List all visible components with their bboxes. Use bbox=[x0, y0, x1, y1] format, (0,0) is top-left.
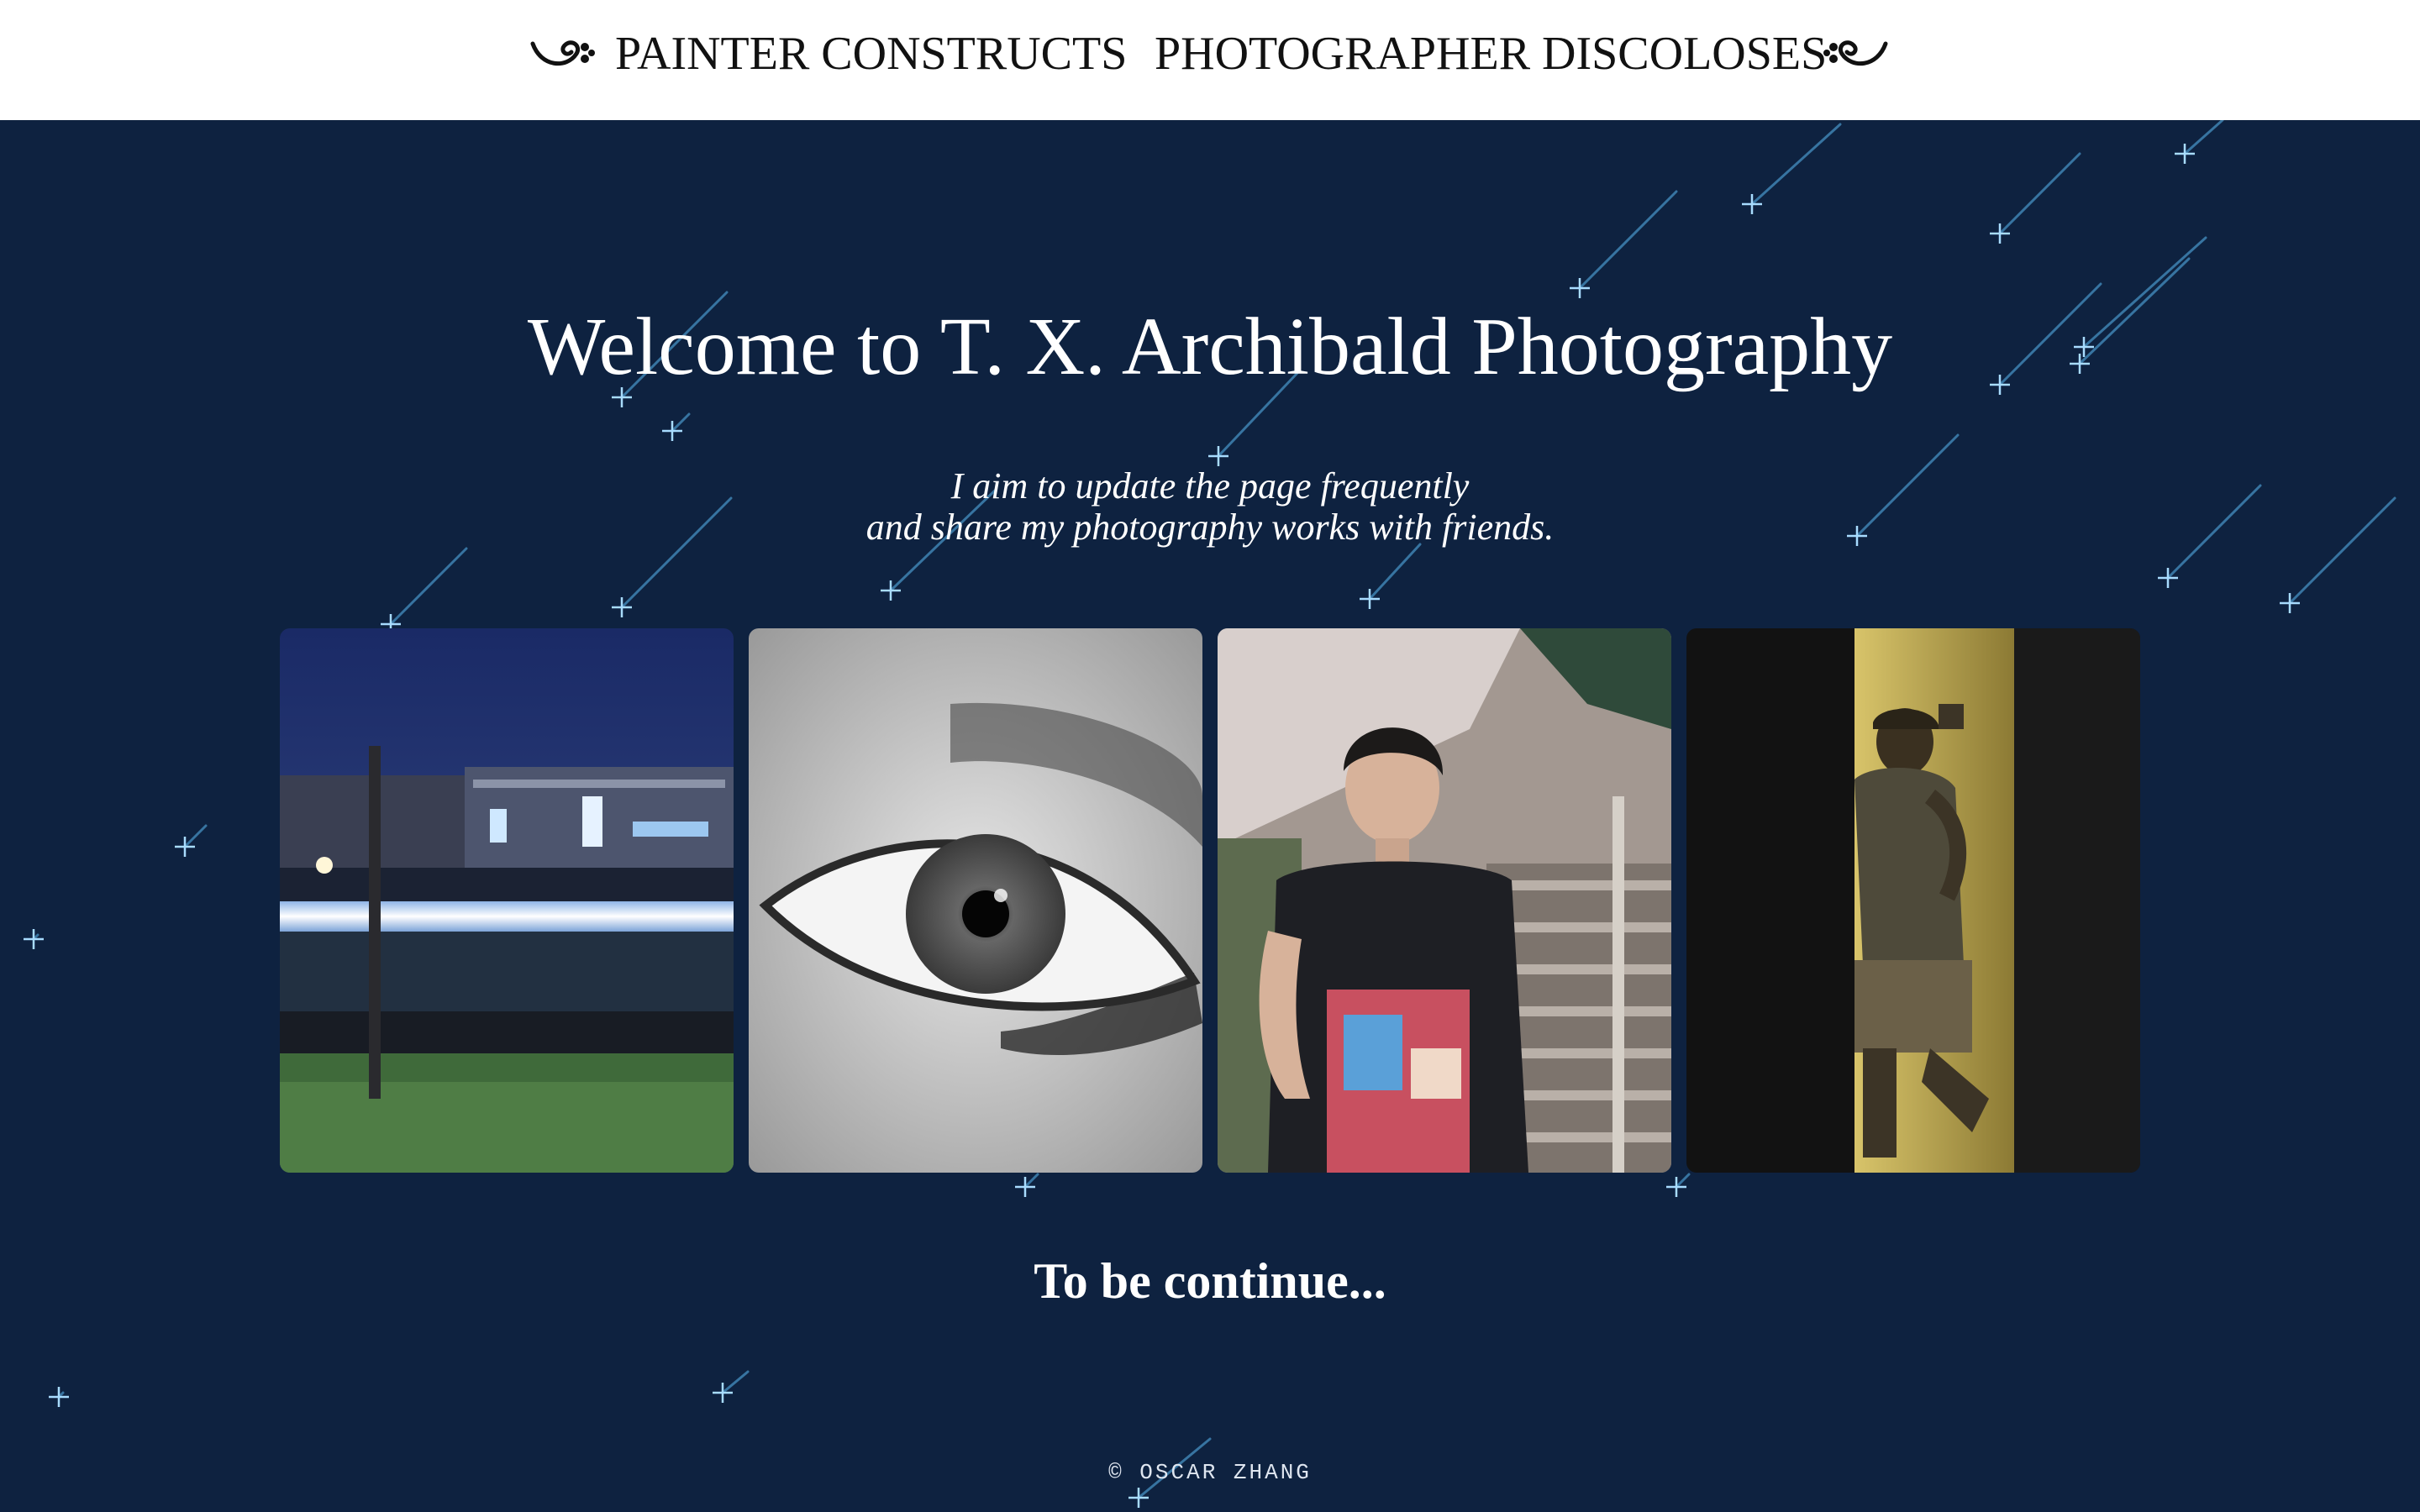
subtitle-line-2: and share my photography works with frie… bbox=[865, 507, 1555, 548]
star-sparkle-icon bbox=[49, 1387, 69, 1407]
photo-gallery bbox=[280, 628, 2140, 1173]
photo-doorway-portrait[interactable] bbox=[1686, 628, 2140, 1173]
meteor-streak bbox=[1675, 1173, 1691, 1189]
meteor-streak bbox=[2183, 120, 2224, 155]
meteor-streak bbox=[721, 1370, 750, 1394]
star-sparkle-icon bbox=[24, 929, 44, 949]
meteor-streak bbox=[183, 824, 208, 848]
meteor-streak bbox=[671, 412, 691, 433]
photo-stairs-portrait[interactable] bbox=[1218, 628, 1671, 1173]
photo-night-train[interactable] bbox=[280, 628, 734, 1173]
to-be-continued-heading: To be continue... bbox=[1034, 1253, 1386, 1309]
nav-link-photographer-discoloses[interactable]: PHOTOGRAPHER DISCOLOSES bbox=[1155, 27, 1827, 81]
page-title: Welcome to T. X. Archibald Photography bbox=[527, 302, 1893, 392]
meteor-streak bbox=[1750, 123, 1842, 206]
meteor-streak bbox=[1368, 543, 1422, 601]
top-nav-bar: PAINTER CONSTRUCTS PHOTOGRAPHER DISCOLOS… bbox=[0, 0, 2420, 120]
subtitle-line-1: I aim to update the page frequently bbox=[950, 465, 1470, 507]
meteor-streak bbox=[389, 547, 468, 626]
photo-eye-closeup[interactable] bbox=[749, 628, 1202, 1173]
meteor-streak bbox=[1998, 152, 2081, 235]
meteor-streak bbox=[1023, 1173, 1039, 1189]
footer-copyright: © OSCAR ZHANG bbox=[1108, 1460, 1312, 1485]
nav-link-painter-constructs[interactable]: PAINTER CONSTRUCTS bbox=[615, 27, 1127, 81]
meteor-streak bbox=[1578, 190, 1678, 290]
swirl-ornament-icon bbox=[530, 40, 595, 66]
swirl-ornament-icon bbox=[1823, 40, 1888, 66]
